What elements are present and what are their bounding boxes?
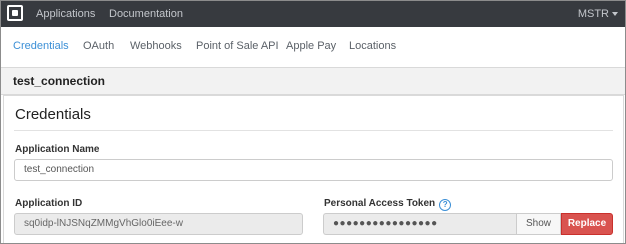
nav-applications[interactable]: Applications xyxy=(36,1,95,27)
show-token-button[interactable]: Show xyxy=(516,213,561,235)
app-window: Applications Documentation MSTR Credenti… xyxy=(0,0,626,244)
square-logo-icon[interactable] xyxy=(7,5,23,21)
nav-documentation[interactable]: Documentation xyxy=(109,1,183,27)
tab-apple-pay[interactable]: Apple Pay xyxy=(286,27,336,65)
user-name: MSTR xyxy=(577,8,609,20)
application-title: test_connection xyxy=(13,74,106,88)
personal-access-token-label-text: Personal Access Token xyxy=(324,198,436,209)
question-circle-icon[interactable]: ? xyxy=(439,199,452,211)
application-name-label: Application Name xyxy=(15,144,100,155)
application-name-input[interactable]: test_connection xyxy=(14,159,613,181)
credentials-panel: Credentials Application Name test_connec… xyxy=(3,95,624,243)
application-id-label: Application ID xyxy=(15,198,83,209)
user-menu[interactable]: MSTR xyxy=(578,1,618,27)
caret-down-icon xyxy=(612,12,618,16)
personal-access-token-label: Personal Access Token? xyxy=(324,198,452,211)
tab-oauth[interactable]: OAuth xyxy=(83,27,114,65)
application-id-field[interactable]: sq0idp-lNJSNqZMMgVhGlo0iEee-w xyxy=(14,213,303,235)
tab-locations[interactable]: Locations xyxy=(349,27,396,65)
section-title: Credentials xyxy=(15,106,91,123)
tab-webhooks[interactable]: Webhooks xyxy=(130,27,182,65)
section-divider xyxy=(14,130,613,131)
application-header: test_connection xyxy=(1,67,625,95)
personal-access-token-field[interactable]: ●●●●●●●●●●●●●●●● xyxy=(323,213,516,235)
tab-credentials[interactable]: Credentials xyxy=(13,27,69,65)
tab-point-of-sale-api[interactable]: Point of Sale API xyxy=(196,27,279,65)
top-navbar: Applications Documentation MSTR xyxy=(1,1,625,27)
replace-token-button[interactable]: Replace xyxy=(561,213,613,235)
app-tabs: Credentials OAuth Webhooks Point of Sale… xyxy=(1,27,625,65)
token-input-group: ●●●●●●●●●●●●●●●● Show Replace xyxy=(323,213,613,235)
